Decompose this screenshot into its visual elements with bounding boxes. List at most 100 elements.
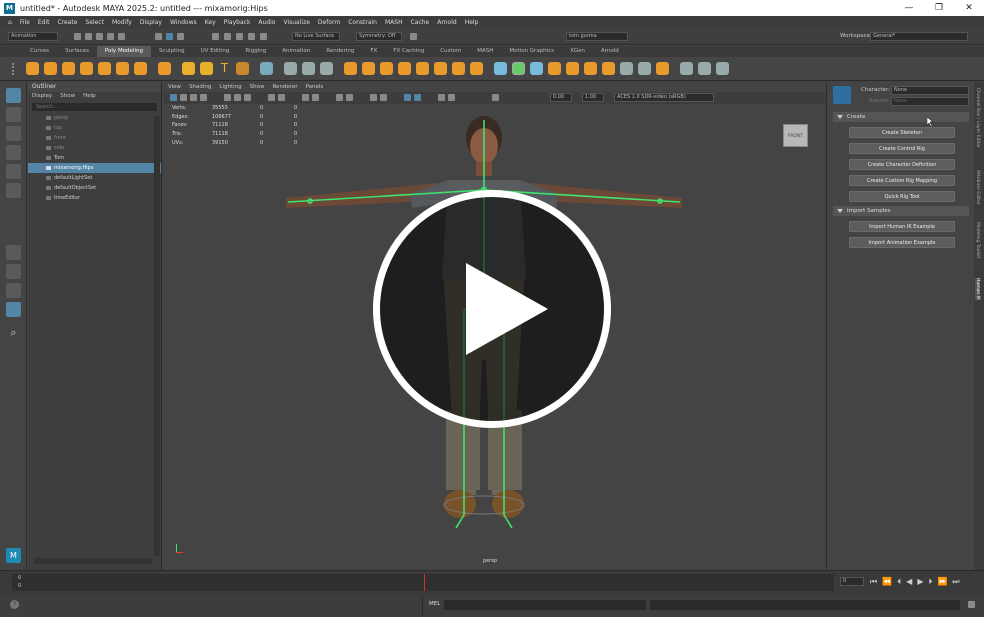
user-account-button[interactable]: tom gurma	[566, 32, 628, 41]
scale-tool-icon[interactable]	[6, 183, 21, 198]
camera-attributes-icon[interactable]	[180, 94, 187, 101]
platonic-solid-icon[interactable]	[158, 62, 171, 75]
merge-icon[interactable]	[584, 62, 597, 75]
menu-help[interactable]: Help	[465, 19, 479, 26]
super-shape-icon[interactable]	[182, 62, 195, 75]
shelf-tab-rendering[interactable]: Rendering	[318, 46, 362, 57]
outliner-item[interactable]: defaultLightSet	[28, 173, 161, 183]
snap-grid-icon[interactable]	[212, 33, 219, 40]
retopologize-icon[interactable]	[470, 62, 483, 75]
source-dropdown[interactable]: None	[891, 97, 969, 106]
shelf-tab-poly-modeling[interactable]: Poly Modeling	[96, 46, 151, 57]
menu-constrain[interactable]: Constrain	[348, 19, 377, 26]
xray-joints-icon[interactable]	[414, 94, 421, 101]
import-animation-example-button[interactable]: Import Animation Example	[849, 237, 955, 248]
outliner-item[interactable]: side	[28, 143, 161, 153]
exposure-field[interactable]: 0.00	[550, 93, 572, 102]
image-plane-icon[interactable]	[200, 94, 207, 101]
bridge-icon[interactable]	[548, 62, 561, 75]
timeline-track[interactable]	[12, 574, 834, 591]
script-editor-icon[interactable]	[968, 601, 975, 608]
workspace-dropdown[interactable]: General*	[870, 32, 968, 41]
shelf-tab-mash[interactable]: MASH	[469, 46, 501, 57]
lasso-tool-icon[interactable]	[6, 107, 21, 122]
select-hierarchy-icon[interactable]	[155, 33, 162, 40]
menu-file[interactable]: File	[20, 19, 30, 26]
outliner-layout-icon[interactable]	[6, 302, 21, 317]
append-icon[interactable]	[566, 62, 579, 75]
extract-icon[interactable]	[398, 62, 411, 75]
poly-cylinder-icon[interactable]	[62, 62, 75, 75]
isolate-select-icon[interactable]	[438, 94, 445, 101]
move-tool-icon[interactable]	[6, 145, 21, 160]
outliner-search-input[interactable]: Search...	[32, 103, 157, 111]
reduce-icon[interactable]	[434, 62, 447, 75]
side-tab-modeling-toolkit[interactable]: Modeling Toolkit	[975, 222, 980, 258]
poly-plane-icon[interactable]	[116, 62, 129, 75]
menu-arnold[interactable]: Arnold	[437, 19, 456, 26]
shelf-tab-rigging[interactable]: Rigging	[237, 46, 274, 57]
colorspace-dropdown[interactable]: ACES 1.0 SDR-video (sRGB)	[614, 93, 714, 102]
outliner-item[interactable]: front	[28, 133, 161, 143]
target-weld-icon[interactable]	[620, 62, 633, 75]
viewport-menu-panels[interactable]: Panels	[306, 82, 324, 92]
live-surface-field[interactable]: No Live Surface	[292, 32, 340, 41]
shelf-tab-curves[interactable]: Curves	[22, 46, 57, 57]
create-custom-rig-mapping-button[interactable]: Create Custom Rig Mapping	[849, 175, 955, 186]
help-icon[interactable]: ?	[10, 600, 19, 609]
quad-draw-icon[interactable]	[698, 62, 711, 75]
create-control-rig-button[interactable]: Create Control Rig	[849, 143, 955, 154]
viewport-menu-show[interactable]: Show	[250, 82, 265, 92]
menu-windows[interactable]: Windows	[170, 19, 197, 26]
render-icon[interactable]	[410, 33, 417, 40]
menu-visualize[interactable]: Visualize	[283, 19, 309, 26]
shelf-tab-fx[interactable]: FX	[362, 46, 385, 57]
outliner-item[interactable]: defaultObjectSet	[28, 183, 161, 193]
menu-display[interactable]: Display	[140, 19, 162, 26]
shelf-tab-uv-editing[interactable]: UV Editing	[193, 46, 238, 57]
maya-home-icon[interactable]: M	[6, 548, 21, 563]
shelf-tab-animation[interactable]: Animation	[274, 46, 318, 57]
command-language-label[interactable]: MEL	[429, 601, 440, 607]
open-scene-icon[interactable]	[85, 33, 92, 40]
outliner-menu-show[interactable]: Show	[60, 92, 75, 101]
paint-select-icon[interactable]	[6, 126, 21, 141]
menu-edit[interactable]: Edit	[38, 19, 50, 26]
persp-outliner-layout-icon[interactable]	[6, 283, 21, 298]
type-text-icon[interactable]: T	[218, 62, 231, 75]
shadows-icon[interactable]	[380, 94, 387, 101]
smooth-shade-icon[interactable]	[312, 94, 319, 101]
grid-icon[interactable]	[224, 94, 231, 101]
create-section-header[interactable]: Create	[833, 112, 969, 122]
menu-playback[interactable]: Playback	[224, 19, 251, 26]
select-camera-icon[interactable]	[170, 94, 177, 101]
bevel-icon[interactable]	[530, 62, 543, 75]
poly-disc-icon[interactable]	[134, 62, 147, 75]
poly-torus-icon[interactable]	[98, 62, 111, 75]
side-tab-attribute-editor[interactable]: Attribute Editor	[975, 170, 980, 205]
slide-edge-icon[interactable]	[716, 62, 729, 75]
new-scene-icon[interactable]	[74, 33, 81, 40]
safe-action-icon[interactable]	[268, 94, 275, 101]
combine-icon[interactable]	[284, 62, 297, 75]
menu-modify[interactable]: Modify	[112, 19, 132, 26]
close-button[interactable]: ✕	[954, 3, 984, 13]
redo-icon[interactable]	[118, 33, 125, 40]
outliner-menu-help[interactable]: Help	[83, 92, 96, 101]
poly-sphere-icon[interactable]	[26, 62, 39, 75]
menu-create[interactable]: Create	[57, 19, 77, 26]
current-time-marker[interactable]	[424, 574, 425, 591]
bookmarks-icon[interactable]	[190, 94, 197, 101]
poly-cone-icon[interactable]	[80, 62, 93, 75]
viewport-menu-view[interactable]: View	[168, 82, 181, 92]
mirror-icon[interactable]	[380, 62, 393, 75]
gamma-field[interactable]: 1.00	[582, 93, 604, 102]
remesh-icon[interactable]	[452, 62, 465, 75]
side-tab-human-ik[interactable]: Human IK	[975, 278, 980, 300]
select-component-icon[interactable]	[177, 33, 184, 40]
outliner-item[interactable]: timeEditor	[28, 193, 161, 203]
poly-cube-icon[interactable]	[44, 62, 57, 75]
shelf-tab-sculpting[interactable]: Sculpting	[151, 46, 193, 57]
maximize-button[interactable]: ❐	[924, 3, 954, 13]
menu-set-dropdown[interactable]: Animation	[8, 32, 58, 41]
